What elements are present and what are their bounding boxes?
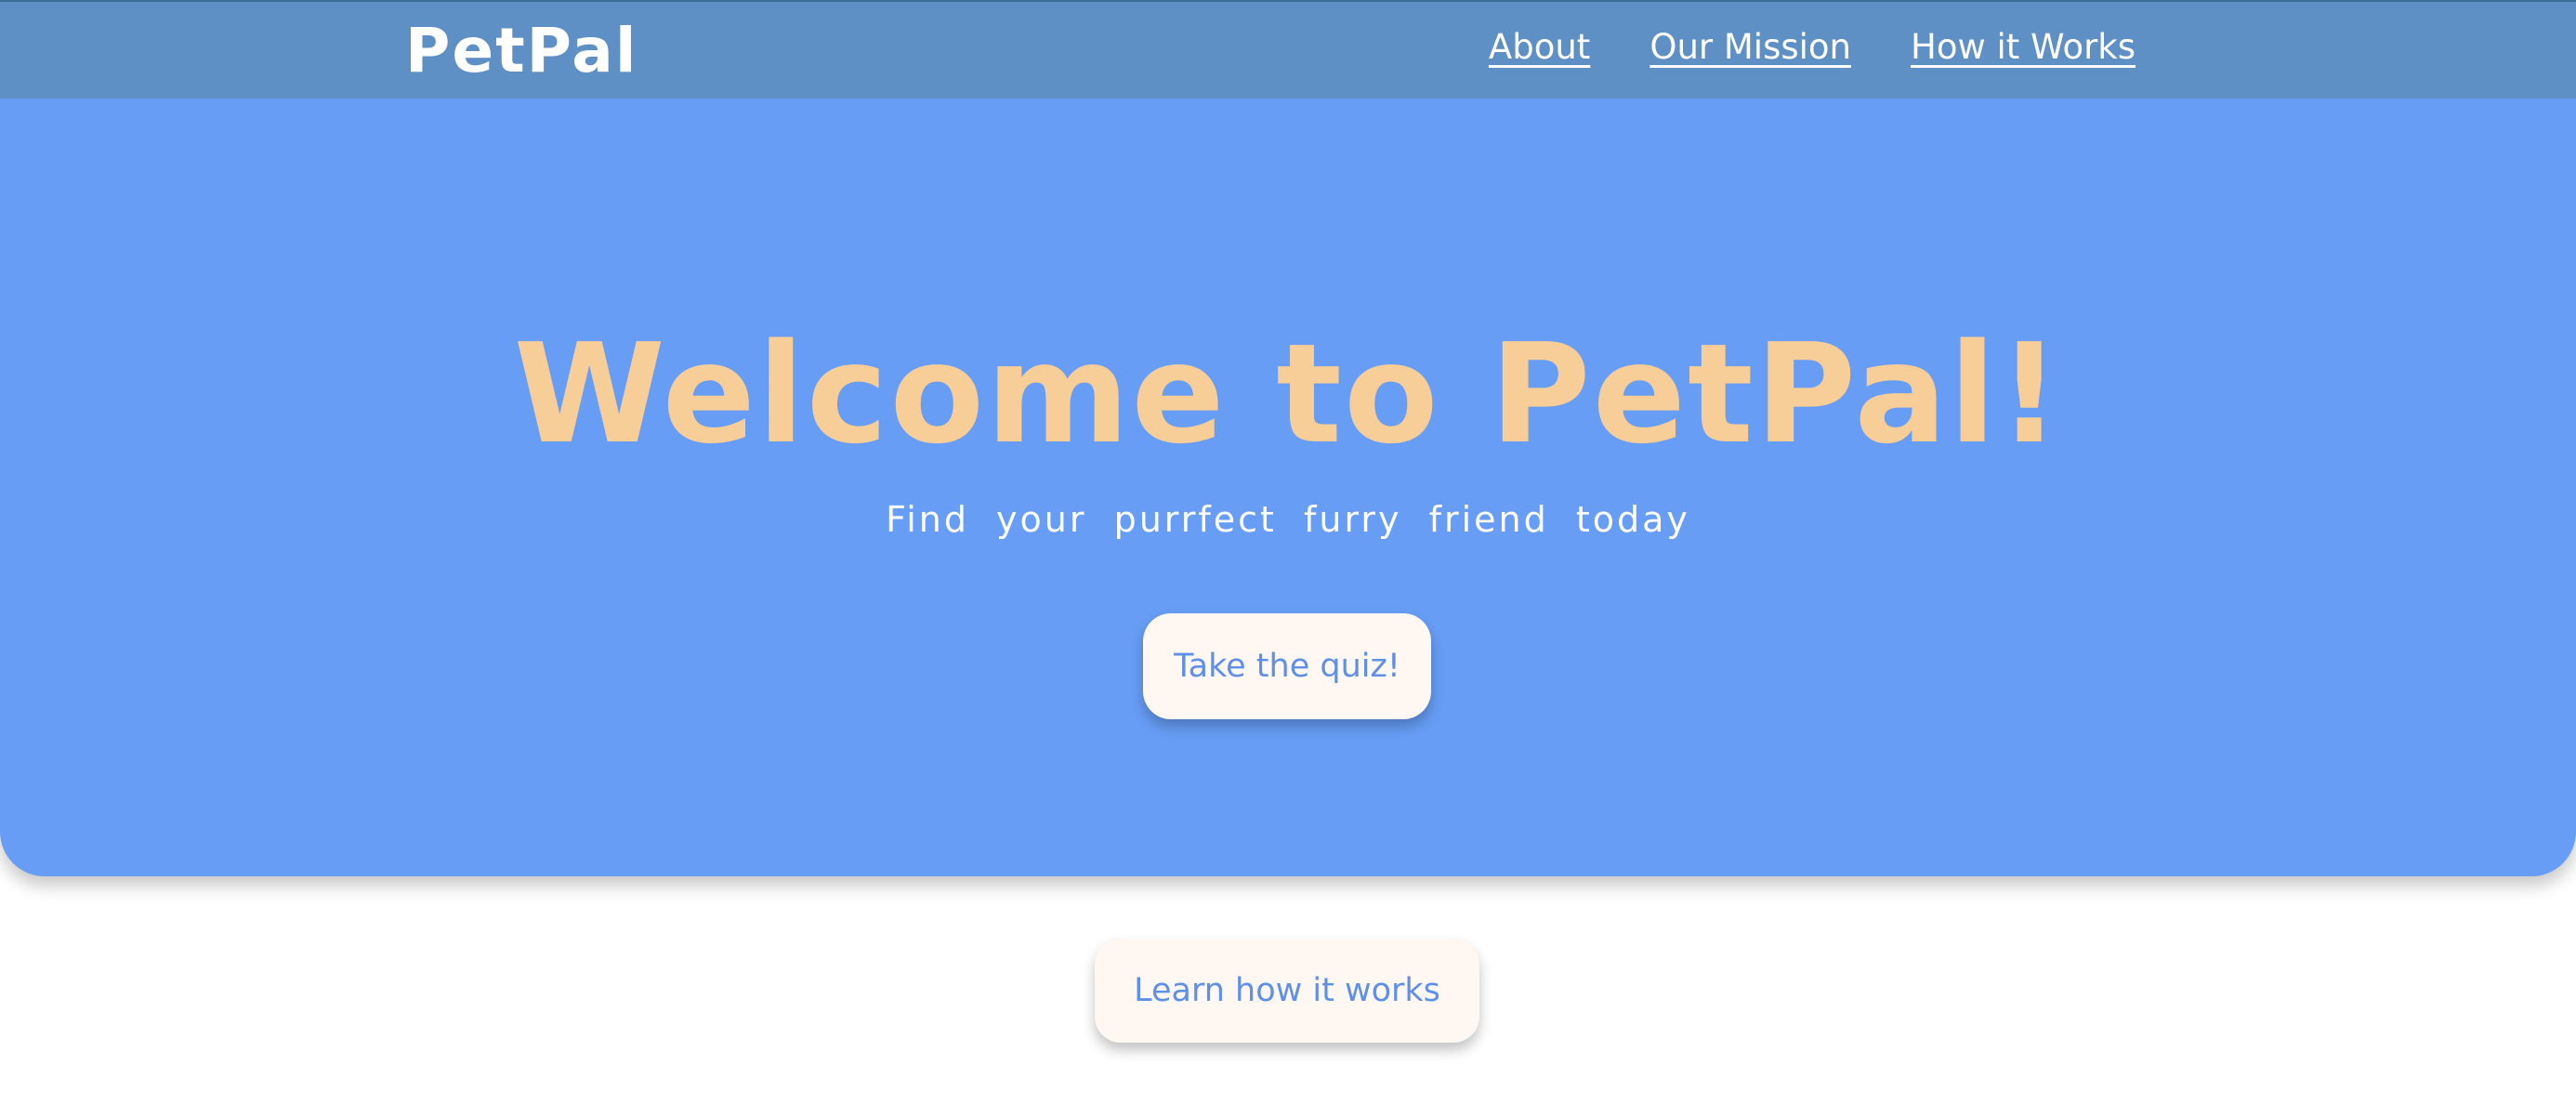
- hero-section: Welcome to PetPal! Find your purrfect fu…: [0, 0, 2576, 876]
- top-navbar: PetPal About Our Mission How it Works: [0, 0, 2576, 99]
- hero-subtitle: Find your purrfect furry friend today: [886, 499, 1690, 540]
- nav-link-about[interactable]: About: [1489, 30, 1590, 64]
- nav-link-our-mission[interactable]: Our Mission: [1649, 30, 1851, 64]
- take-quiz-button[interactable]: Take the quiz!: [1143, 613, 1431, 719]
- petpal-logo[interactable]: PetPal: [405, 20, 637, 82]
- main-navigation: About Our Mission How it Works: [1489, 30, 2136, 64]
- learn-how-it-works-button[interactable]: Learn how it works: [1095, 939, 1479, 1043]
- nav-link-how-it-works[interactable]: How it Works: [1911, 30, 2136, 64]
- hero-title: Welcome to PetPal!: [513, 314, 2063, 474]
